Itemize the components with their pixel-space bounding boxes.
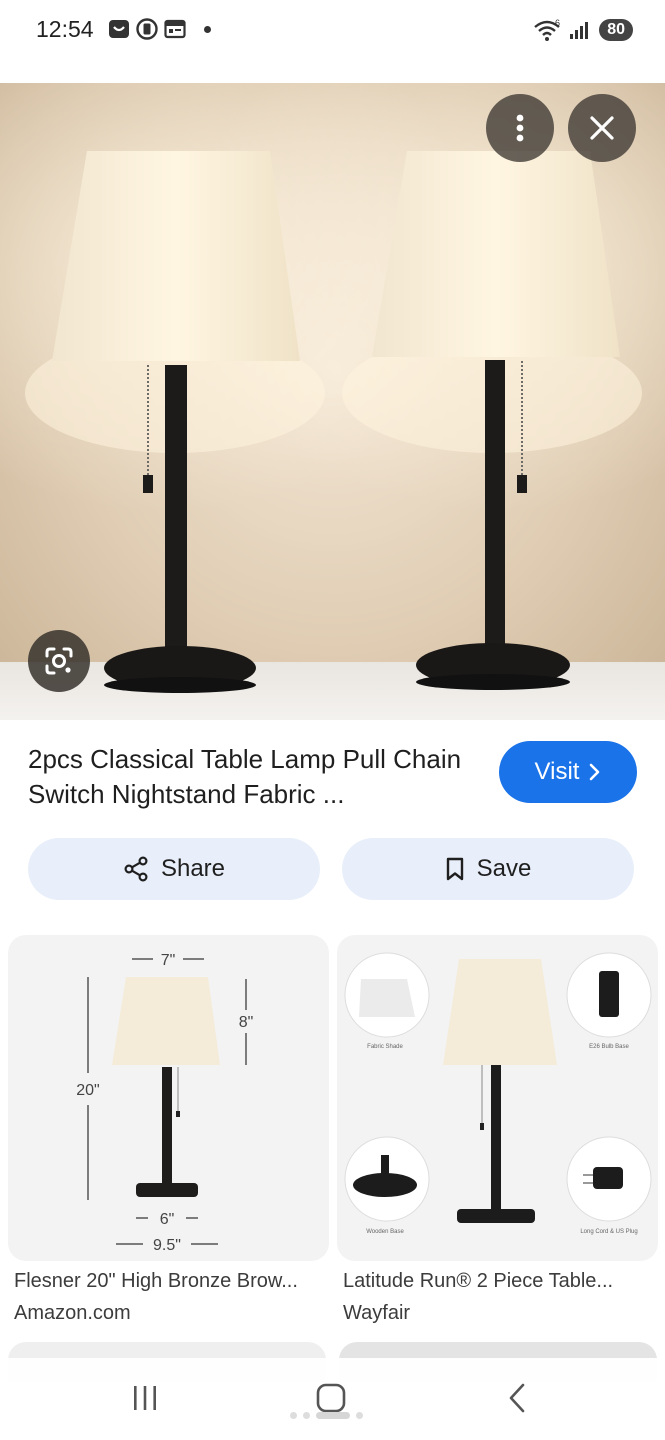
result-title[interactable]: Flesner 20" High Bronze Brow... xyxy=(14,1270,298,1293)
app-notification-icon xyxy=(136,18,158,40)
wifi-icon: 6 xyxy=(534,18,560,41)
more-notifications-dot xyxy=(204,25,211,33)
share-icon xyxy=(124,856,148,882)
back-button[interactable] xyxy=(492,1378,542,1418)
feature-label: Fabric Shade xyxy=(367,1044,403,1050)
close-icon xyxy=(590,116,614,140)
google-lens-button[interactable] xyxy=(28,630,90,692)
google-lens-icon xyxy=(45,647,73,675)
system-nav-bar xyxy=(0,1358,665,1440)
share-label: Share xyxy=(160,855,226,882)
page-dot xyxy=(356,1412,363,1419)
bookmark-icon xyxy=(446,857,463,881)
status-time: 12:54 xyxy=(36,16,94,42)
more-vert-icon xyxy=(516,114,524,142)
battery-level: 80 xyxy=(599,19,633,41)
home-icon xyxy=(316,1383,346,1413)
chevron-right-icon xyxy=(590,763,600,781)
page-indicator xyxy=(290,1412,363,1419)
page-dot xyxy=(303,1412,310,1419)
result-card-image[interactable]: 7" 8" 20" 6" 9.5" xyxy=(8,935,329,1261)
visit-label: Visit xyxy=(534,758,580,785)
feature-label: Long Cord & US Plug xyxy=(580,1229,637,1235)
lamp-illustration xyxy=(25,151,642,693)
dim-bottom: 9.5" xyxy=(153,1237,181,1254)
notification-icons xyxy=(108,18,211,40)
product-title[interactable]: 2pcs Classical Table Lamp Pull Chain Swi… xyxy=(28,742,478,812)
status-bar: 12:54 6 80 xyxy=(0,0,665,62)
dim-base: 6" xyxy=(160,1211,175,1228)
result-title[interactable]: Latitude Run® 2 Piece Table... xyxy=(343,1270,613,1293)
calendar-icon xyxy=(164,19,186,39)
result-source[interactable]: Wayfair xyxy=(343,1302,410,1325)
messenger-icon xyxy=(109,20,129,38)
lamp-features-image: Fabric Shade E26 Bulb Base Wooden Base L… xyxy=(344,952,652,1235)
product-image[interactable] xyxy=(0,83,665,720)
result-card-image[interactable]: Fabric Shade E26 Bulb Base Wooden Base L… xyxy=(337,935,658,1261)
system-icons: 6 80 xyxy=(533,18,633,42)
dim-height: 20" xyxy=(76,1082,99,1099)
dim-top: 7" xyxy=(161,952,176,969)
save-button[interactable]: Save xyxy=(342,838,634,900)
page-dot-active xyxy=(316,1412,350,1419)
feature-label: Wooden Base xyxy=(366,1229,404,1235)
dim-shade: 8" xyxy=(239,1014,254,1031)
recent-apps-icon xyxy=(134,1386,156,1410)
page-dot xyxy=(290,1412,297,1419)
save-label: Save xyxy=(476,855,532,882)
recent-apps-button[interactable] xyxy=(120,1378,170,1418)
close-button[interactable] xyxy=(568,94,636,162)
more-options-button[interactable] xyxy=(486,94,554,162)
back-icon xyxy=(509,1383,525,1413)
feature-label: E26 Bulb Base xyxy=(589,1044,629,1050)
visit-button[interactable]: Visit xyxy=(499,741,637,803)
result-source[interactable]: Amazon.com xyxy=(14,1302,131,1325)
wifi-signal-label: 6 xyxy=(555,18,560,28)
cell-signal-icon xyxy=(570,22,589,39)
lamp-dimensions-image: 7" 8" 20" 6" 9.5" xyxy=(76,952,254,1254)
share-button[interactable]: Share xyxy=(28,838,320,900)
